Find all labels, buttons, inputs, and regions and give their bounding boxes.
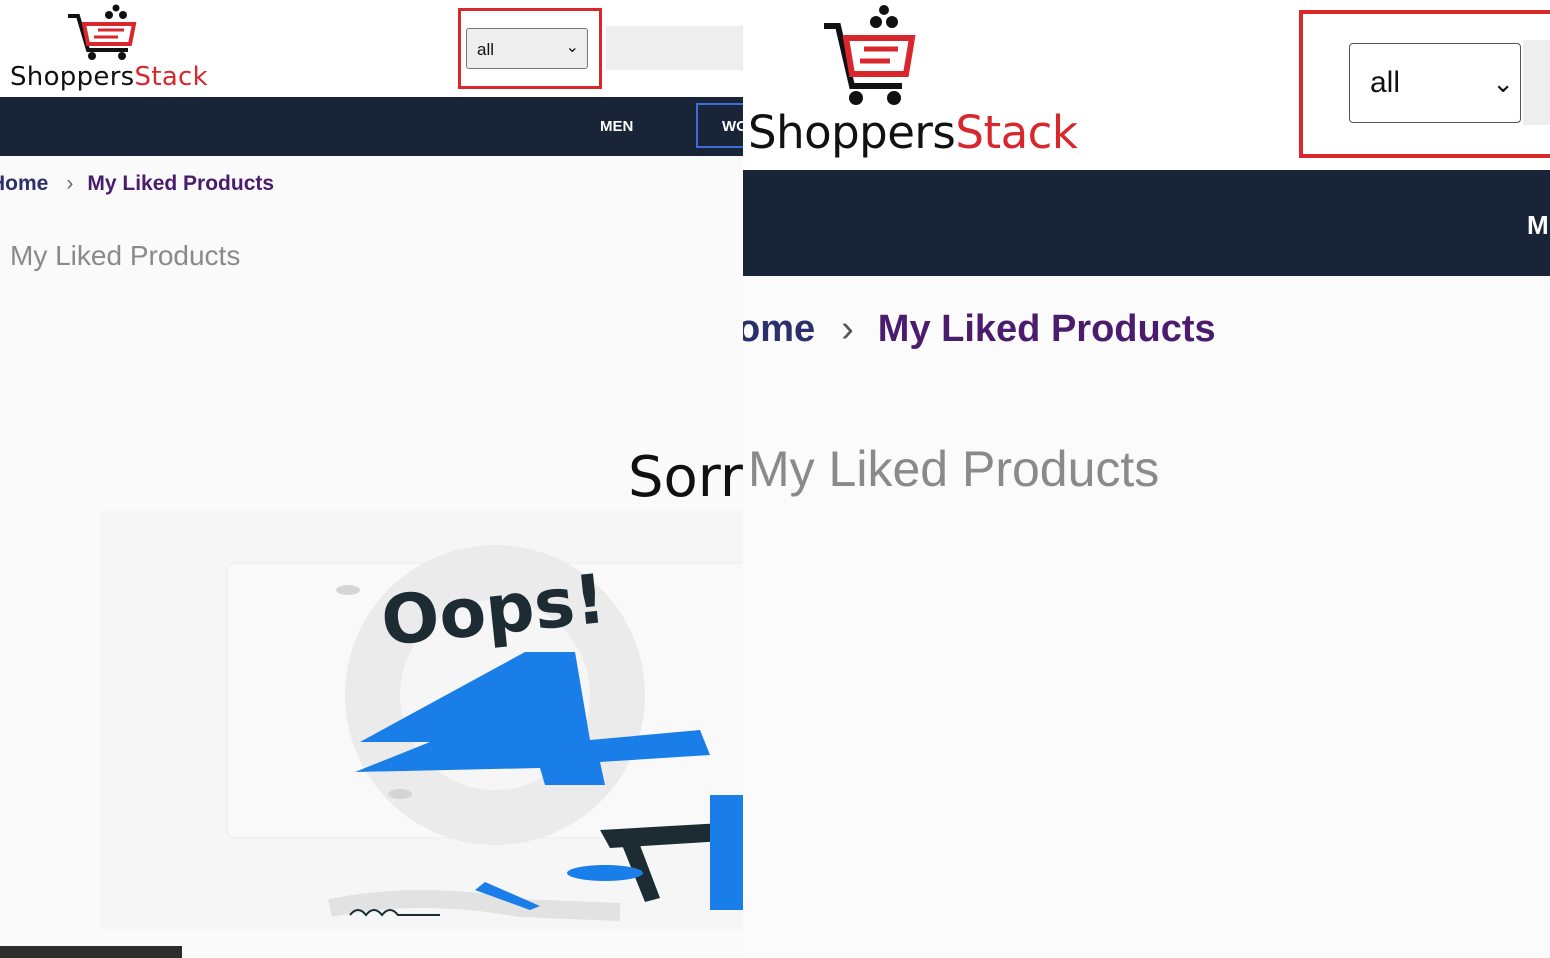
empty-state-illustration: Oops! 4 [100, 510, 743, 930]
cart-icon [68, 4, 137, 60]
right-zoomed-panel: ShoppersStack all ⌄ M ome › My Liked Produ… [743, 0, 1550, 958]
brand-name: ShoppersStack [748, 106, 1078, 159]
category-select-value: all [477, 40, 495, 59]
brand-name: ShoppersStack [10, 62, 208, 92]
breadcrumb-home[interactable]: Home [0, 172, 48, 195]
category-select[interactable]: all ⌄ [466, 28, 588, 69]
shoppersstack-logo-zoomed[interactable]: ShoppersStack [748, 0, 1078, 165]
oops-404-illustration: Oops! 4 [100, 510, 743, 921]
nav-item-women[interactable]: WO [696, 103, 743, 148]
chevron-down-icon: ⌄ [1492, 68, 1514, 98]
page-title: My Liked Products [10, 240, 241, 271]
status-bar-url [0, 946, 182, 958]
breadcrumb-current: My Liked Products [87, 172, 275, 195]
page-title: My Liked Products [748, 441, 1160, 497]
search-input[interactable] [606, 26, 743, 70]
four-digit: 4 [100, 510, 101, 511]
cart-icon [824, 5, 916, 105]
brand-part-stack: Stack [134, 62, 209, 92]
brand-part-shoppers: Shoppers [10, 62, 135, 92]
nav-item-women-label: WO [722, 118, 743, 135]
search-input[interactable] [1523, 40, 1550, 125]
brand-part-stack: Stack [955, 106, 1078, 159]
breadcrumb-current: My Liked Products [877, 308, 1216, 350]
chevron-right-icon: › [841, 308, 854, 350]
nav-item-men[interactable]: M [1527, 210, 1549, 241]
category-select-value: all [1370, 66, 1401, 99]
site-header: ShoppersStack all ⌄ [0, 0, 743, 97]
brand-part-shoppers: Shoppers [748, 106, 956, 159]
nav-item-men[interactable]: MEN [600, 118, 633, 135]
category-select[interactable]: all ⌄ [1349, 43, 1521, 123]
site-header-zoomed: ShoppersStack all ⌄ [743, 0, 1550, 170]
chevron-right-icon: › [66, 172, 74, 195]
chevron-down-icon: ⌄ [565, 39, 579, 56]
category-nav: MEN WO [0, 97, 743, 156]
category-nav: M [743, 170, 1550, 276]
left-screenshot-panel: ShoppersStack all ⌄ MEN WO Home › My Liked… [0, 0, 743, 958]
breadcrumb: Home › My Liked Products [0, 172, 274, 196]
breadcrumb: ome › My Liked Products [743, 308, 1216, 351]
empty-state-message: Sorr [628, 445, 743, 510]
breadcrumb-home[interactable]: ome [743, 308, 815, 350]
shoppersstack-logo[interactable]: ShoppersStack [10, 4, 220, 92]
